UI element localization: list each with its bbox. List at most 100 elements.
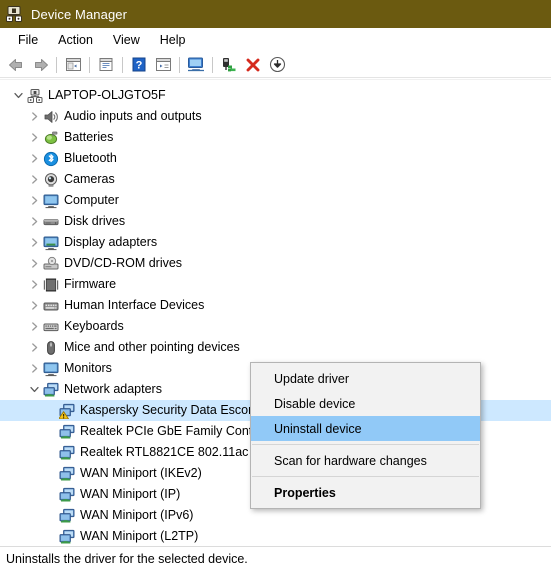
- window-title: Device Manager: [31, 6, 128, 22]
- tree-item-label: WAN Miniport (IPv6): [80, 508, 194, 522]
- context-menu-item[interactable]: Uninstall device: [251, 416, 480, 441]
- tree-item[interactable]: Computer: [0, 190, 551, 211]
- battery-icon: [42, 129, 59, 146]
- toolbar-separator: [89, 56, 90, 73]
- update-driver-icon[interactable]: [184, 54, 208, 76]
- keyboard-icon: [42, 318, 59, 335]
- network-adapter-icon: [58, 423, 75, 440]
- uninstall-device-icon[interactable]: [241, 54, 265, 76]
- toolbar-separator: [212, 56, 213, 73]
- speaker-icon: [42, 108, 59, 125]
- chevron-right-icon[interactable]: [26, 316, 42, 337]
- context-menu-item[interactable]: Update driver: [251, 366, 480, 391]
- tree-item[interactable]: Disk drives: [0, 211, 551, 232]
- tree-item-label: Network adapters: [64, 382, 162, 396]
- tree-item[interactable]: Display adapters: [0, 232, 551, 253]
- tree-item-label: WAN Miniport (IP): [80, 487, 181, 501]
- toolbar-separator: [56, 56, 57, 73]
- tree-item-label: DVD/CD-ROM drives: [64, 256, 183, 270]
- svg-text:?: ?: [136, 60, 143, 72]
- chevron-right-icon[interactable]: [26, 232, 42, 253]
- tree-item[interactable]: Audio inputs and outputs: [0, 106, 551, 127]
- menu-item-help[interactable]: Help: [150, 31, 196, 50]
- context-menu[interactable]: Update driver Disable device Uninstall dev…: [250, 362, 481, 509]
- menu-bar: File Action View Help: [0, 28, 551, 52]
- disable-device-icon[interactable]: [265, 54, 289, 76]
- context-menu-item[interactable]: Disable device: [251, 391, 480, 416]
- scan-hardware-changes-icon[interactable]: [217, 54, 241, 76]
- chevron-right-icon[interactable]: [26, 148, 42, 169]
- tree-item-label: Batteries: [64, 130, 114, 144]
- tree-item[interactable]: Firmware: [0, 274, 551, 295]
- tree-item[interactable]: Mice and other pointing devices: [0, 337, 551, 358]
- forward-arrow-icon[interactable]: [28, 54, 52, 76]
- help-icon[interactable]: ?: [127, 54, 151, 76]
- chevron-right-icon[interactable]: [26, 358, 42, 379]
- tree-item-label: Disk drives: [64, 214, 126, 228]
- tree-item[interactable]: LAPTOP-OLJGTO5F: [0, 85, 551, 106]
- chevron-right-icon[interactable]: [26, 295, 42, 316]
- tree-item-label: Monitors: [64, 361, 112, 375]
- tree-item-label: Cameras: [64, 172, 115, 186]
- tree-item-label: Computer: [64, 193, 119, 207]
- chevron-right-icon[interactable]: [26, 127, 42, 148]
- mouse-icon: [42, 339, 59, 356]
- chevron-right-icon[interactable]: [26, 253, 42, 274]
- display-adapter-icon: [42, 234, 59, 251]
- tree-item-label: Firmware: [64, 277, 117, 291]
- chevron-right-icon[interactable]: [26, 274, 42, 295]
- status-bar: Uninstalls the driver for the selected d…: [0, 546, 551, 571]
- monitor-icon: [42, 192, 59, 209]
- optical-drive-icon: [42, 255, 59, 272]
- tree-item[interactable]: Batteries: [0, 127, 551, 148]
- chevron-right-icon[interactable]: [26, 337, 42, 358]
- status-bar-text: Uninstalls the driver for the selected d…: [6, 552, 248, 566]
- menu-item-action[interactable]: Action: [48, 31, 103, 50]
- toolbar-separator: [179, 56, 180, 73]
- context-menu-item[interactable]: Properties: [251, 480, 480, 505]
- menu-separator: [252, 476, 479, 477]
- monitor-icon: [42, 360, 59, 377]
- chevron-right-icon[interactable]: [26, 190, 42, 211]
- network-adapter-icon: [58, 444, 75, 461]
- properties-icon[interactable]: [94, 54, 118, 76]
- hid-icon: [42, 297, 59, 314]
- network-adapter-icon: [58, 507, 75, 524]
- context-menu-item[interactable]: Scan for hardware changes: [251, 448, 480, 473]
- firmware-icon: [42, 276, 59, 293]
- menu-item-view[interactable]: View: [103, 31, 150, 50]
- menu-separator: [252, 444, 479, 445]
- tree-item[interactable]: Human Interface Devices: [0, 295, 551, 316]
- tree-item[interactable]: Bluetooth: [0, 148, 551, 169]
- device-manager-icon: [5, 5, 23, 23]
- tree-item-label: Keyboards: [64, 319, 124, 333]
- chevron-right-icon[interactable]: [26, 169, 42, 190]
- bluetooth-icon: [42, 150, 59, 167]
- chevron-down-icon[interactable]: [26, 379, 42, 400]
- tree-item[interactable]: Keyboards: [0, 316, 551, 337]
- chevron-right-icon[interactable]: [26, 211, 42, 232]
- tree-item[interactable]: DVD/CD-ROM drives: [0, 253, 551, 274]
- tree-item[interactable]: Cameras: [0, 169, 551, 190]
- show-hide-console-tree-icon[interactable]: [61, 54, 85, 76]
- disk-drive-icon: [42, 213, 59, 230]
- network-adapter-icon: [42, 381, 59, 398]
- tree-item[interactable]: WAN Miniport (L2TP): [0, 526, 551, 546]
- chevron-down-icon[interactable]: [10, 85, 26, 106]
- title-bar: Device Manager: [0, 0, 551, 28]
- network-adapter-warning-icon: [58, 402, 75, 419]
- menu-item-file[interactable]: File: [8, 31, 48, 50]
- network-adapter-icon: [58, 486, 75, 503]
- tree-item-label: Bluetooth: [64, 151, 117, 165]
- tree-item-label: Mice and other pointing devices: [64, 340, 240, 354]
- computer-root-icon: [26, 87, 43, 104]
- view-list-icon[interactable]: [151, 54, 175, 76]
- chevron-right-icon[interactable]: [26, 106, 42, 127]
- back-arrow-icon[interactable]: [4, 54, 28, 76]
